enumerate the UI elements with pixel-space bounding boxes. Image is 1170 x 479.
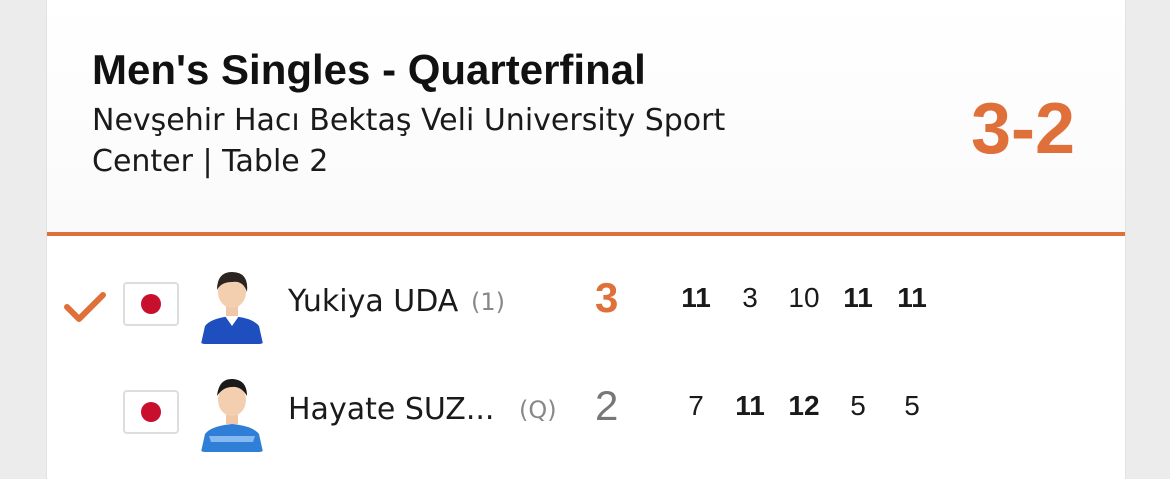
player-seed: (1) (471, 288, 505, 316)
game-score: 7 (688, 390, 704, 421)
match-score: 3-2 (970, 89, 1075, 169)
player-row[interactable]: Hayate SUZ... (Q) 2 7 11 12 5 5 (47, 360, 1125, 460)
sets-won: 2 (595, 382, 619, 429)
sets-won: 3 (595, 274, 619, 321)
game-score: 12 (788, 390, 820, 421)
game-score: 3 (742, 282, 758, 313)
japan-flag-icon (123, 282, 179, 326)
game-score: 11 (735, 390, 765, 421)
player-avatar (197, 262, 267, 344)
match-title: Men's Singles - Quarterfinal (92, 46, 646, 93)
match-header: Men's Singles - Quarterfinal Nevşehir Ha… (47, 0, 1125, 232)
game-score: 10 (788, 282, 820, 313)
winner-check-icon (64, 292, 106, 322)
header-divider (47, 232, 1125, 236)
game-score: 11 (681, 282, 711, 313)
japan-flag-icon (123, 390, 179, 434)
player-name[interactable]: Hayate SUZ... (288, 392, 494, 427)
game-score: 11 (897, 282, 927, 313)
game-score: 5 (904, 390, 920, 421)
match-card[interactable]: Men's Singles - Quarterfinal Nevşehir Ha… (46, 0, 1126, 479)
player-name[interactable]: Yukiya UDA (288, 284, 458, 319)
player-avatar (197, 370, 267, 452)
match-venue: Nevşehir Hacı Bektaş Veli University Spo… (92, 103, 726, 179)
game-score: 5 (850, 390, 866, 421)
player-seed: (Q) (519, 396, 557, 424)
player-row[interactable]: Yukiya UDA (1) 3 11 3 10 11 11 (47, 252, 1125, 352)
game-score: 11 (843, 282, 873, 313)
